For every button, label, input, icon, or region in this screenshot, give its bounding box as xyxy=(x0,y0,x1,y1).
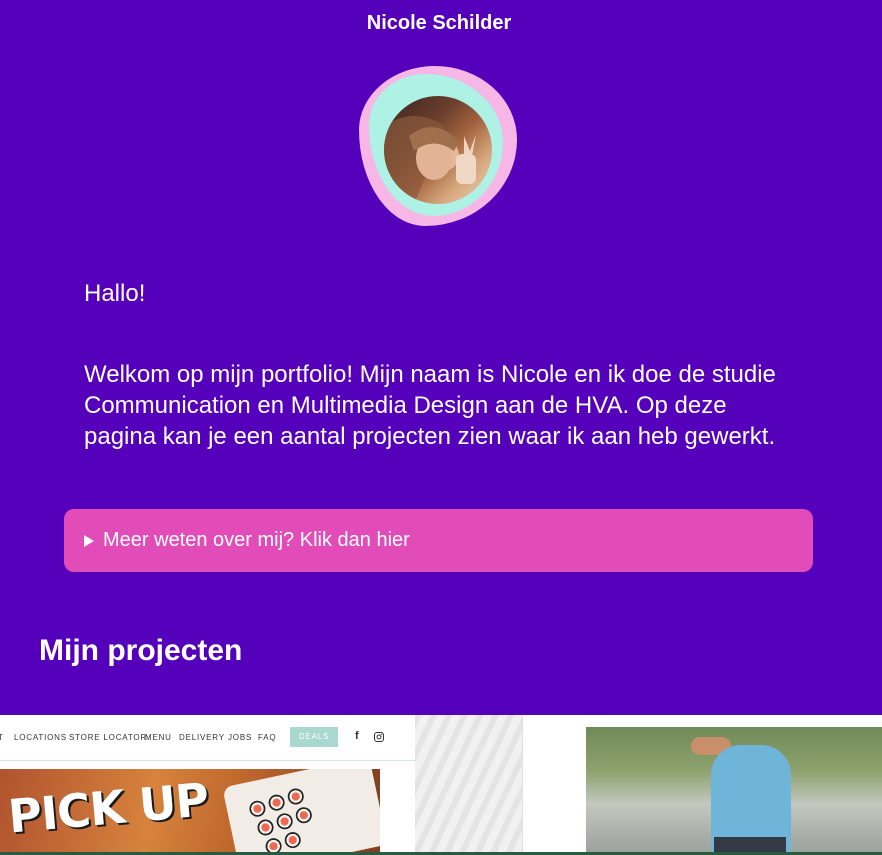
project-hero-image: PICK UP xyxy=(0,769,380,855)
about-me-summary: Meer weten over mij? Klik dan hier xyxy=(103,529,410,551)
site-title: Nicole Schilder xyxy=(366,12,512,34)
page: Nicole Schilder Hallo! Welkom op mijn po… xyxy=(0,0,882,855)
project-pattern-panel xyxy=(415,715,522,855)
projects-heading: Mijn projecten xyxy=(39,634,243,667)
instagram-icon xyxy=(374,732,384,742)
nav-item-menu: MENU xyxy=(145,733,172,742)
nav-item-delivery: DELIVERY xyxy=(179,733,225,742)
project-site-nav: T LOCATIONS STORE LOCATOR MENU DELIVERY … xyxy=(0,715,415,761)
disclosure-triangle-icon xyxy=(84,534,94,547)
hero-pickup-text: PICK UP xyxy=(6,772,211,844)
facebook-icon: f xyxy=(355,730,360,742)
nav-item-locations: LOCATIONS xyxy=(14,733,67,742)
about-me-toggle[interactable]: Meer weten over mij? Klik dan hier xyxy=(64,509,813,572)
nav-item-faq: FAQ xyxy=(258,733,277,742)
sushi-plate-image xyxy=(222,769,380,855)
runner-photo xyxy=(586,727,882,855)
profile-photo xyxy=(384,96,492,204)
deals-button: DEALS xyxy=(290,727,338,747)
welcome-paragraph: Welkom op mijn portfolio! Mijn naam is N… xyxy=(84,361,776,450)
project-thumbnail-runner[interactable] xyxy=(522,715,882,855)
nav-edge-marker: T xyxy=(0,733,4,742)
greeting-text: Hallo! xyxy=(84,280,146,307)
project-thumbnail-restaurant[interactable]: T LOCATIONS STORE LOCATOR MENU DELIVERY … xyxy=(0,715,415,855)
nav-item-store-locator: STORE LOCATOR xyxy=(69,733,147,742)
avatar xyxy=(357,64,521,228)
nav-item-jobs: JOBS xyxy=(228,733,253,742)
